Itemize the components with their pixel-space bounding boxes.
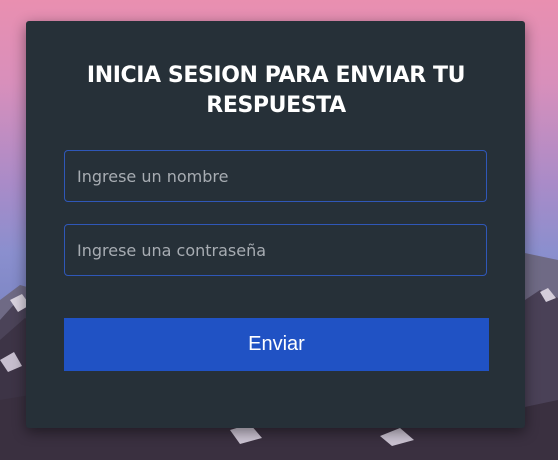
login-card: INICIA SESION PARA ENVIAR TU RESPUESTA E… xyxy=(26,21,525,428)
form-title: INICIA SESION PARA ENVIAR TU RESPUESTA xyxy=(86,63,466,118)
submit-button[interactable]: Enviar xyxy=(64,318,489,371)
password-input[interactable] xyxy=(64,224,487,276)
name-input[interactable] xyxy=(64,150,487,202)
